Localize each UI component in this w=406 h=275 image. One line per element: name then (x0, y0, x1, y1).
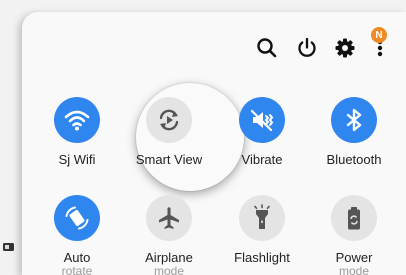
tile-flashlight[interactable]: Flashlight (217, 195, 307, 265)
tile-label: Bluetooth (326, 152, 382, 167)
tile-label: Flashlight (234, 250, 290, 265)
tile-label: Power (335, 250, 373, 265)
quick-settings-panel: N Sj Wifi Smart View Vibrate Bluetooth A… (22, 12, 406, 275)
smart-view-icon (146, 97, 192, 143)
tile-label: Auto (63, 250, 91, 265)
device-edge-icon (2, 240, 16, 252)
tile-airplane[interactable]: Airplane mode (124, 195, 214, 275)
vibrate-icon (239, 97, 285, 143)
power-mode-icon (331, 195, 377, 241)
tile-bluetooth[interactable]: Bluetooth (309, 97, 399, 167)
tile-sublabel: rotate (61, 264, 93, 275)
tile-auto-rotate[interactable]: Auto rotate (32, 195, 122, 275)
bluetooth-icon (331, 97, 377, 143)
tile-wifi[interactable]: Sj Wifi (32, 97, 122, 167)
power-icon[interactable] (294, 35, 320, 61)
auto-rotate-icon (54, 195, 100, 241)
tile-smart-view[interactable]: Smart View (124, 97, 214, 167)
airplane-icon (146, 195, 192, 241)
tile-label: Sj Wifi (58, 152, 96, 167)
flashlight-icon (239, 195, 285, 241)
notification-badge: N (371, 27, 387, 43)
gear-icon[interactable] (332, 35, 358, 61)
wifi-icon (54, 97, 100, 143)
tile-power-mode[interactable]: Power mode (309, 195, 399, 275)
tile-label: Airplane (145, 250, 193, 265)
tile-vibrate[interactable]: Vibrate (217, 97, 307, 167)
tile-label: Smart View (135, 152, 203, 167)
tile-label: Vibrate (241, 152, 283, 167)
search-icon[interactable] (254, 35, 280, 61)
tile-sublabel: mode (338, 264, 370, 275)
tile-sublabel: mode (153, 264, 185, 275)
